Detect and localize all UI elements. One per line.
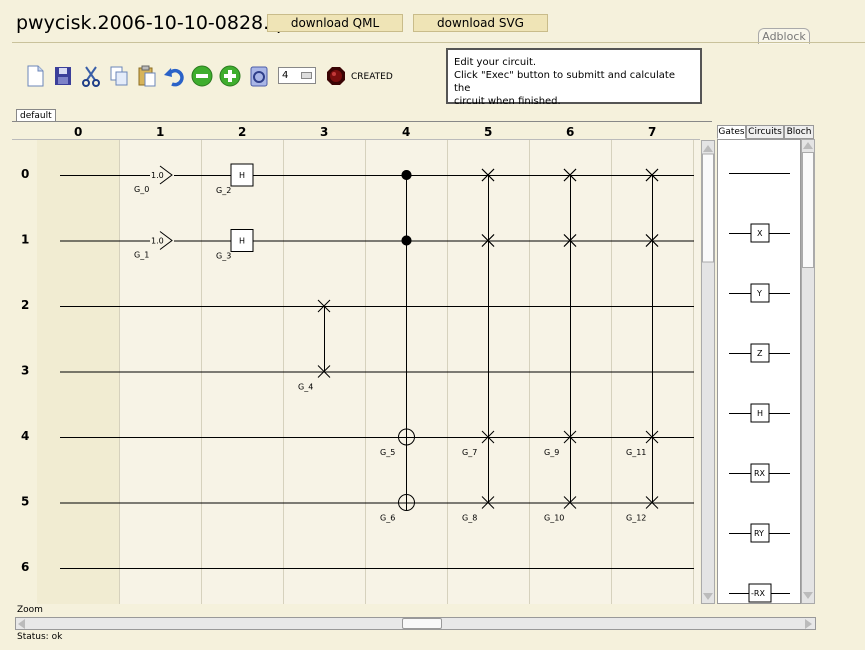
palette-gate-label: H xyxy=(757,409,763,418)
undo-icon[interactable] xyxy=(163,64,185,88)
column-header: 4 xyxy=(402,125,410,139)
row-label: 1 xyxy=(21,233,29,247)
save-icon[interactable] xyxy=(52,64,74,88)
column-header: 2 xyxy=(238,125,246,139)
row-label: 2 xyxy=(21,298,29,312)
qubit-count-stepper[interactable]: 4 xyxy=(278,67,316,84)
copy-icon[interactable] xyxy=(108,64,130,88)
remove-qubit-icon[interactable] xyxy=(191,64,213,88)
tab-gates[interactable]: Gates xyxy=(717,125,746,139)
circuit-scroll-thumb xyxy=(702,153,714,263)
palette-scrollbar[interactable] xyxy=(801,139,815,604)
hint-box: Edit your circuit. Click "Exec" button t… xyxy=(446,48,702,107)
column-header: 1 xyxy=(156,125,164,139)
column-header: 3 xyxy=(320,125,328,139)
add-qubit-icon[interactable] xyxy=(219,64,241,88)
gate-id-label: G_9 xyxy=(544,448,559,457)
gate-id-label: G_6 xyxy=(380,514,395,523)
download-svg-button[interactable]: download SVG xyxy=(413,14,548,32)
scroll-up-icon[interactable] xyxy=(803,142,813,149)
input-gate-value: 1.0 xyxy=(151,171,164,180)
gate-id-label: G_12 xyxy=(626,514,646,523)
palette-gate-label: Y xyxy=(756,289,762,298)
scroll-down-icon[interactable] xyxy=(803,592,813,599)
gate-id-label: G_1 xyxy=(134,251,149,260)
palette-gate-label: X xyxy=(757,229,763,238)
status-indicator-icon xyxy=(326,66,346,86)
gate-palette: Gates Circuits Bloch X Y Z H RX RY -RX xyxy=(715,122,817,604)
spinner-icon[interactable] xyxy=(301,72,312,79)
gate-id-label: G_11 xyxy=(626,448,646,457)
row-label: 4 xyxy=(21,429,29,443)
new-file-icon[interactable] xyxy=(24,64,46,88)
gate-id-label: G_0 xyxy=(134,185,149,194)
gate-id-label: G_2 xyxy=(216,186,231,195)
gate-id-label: G_10 xyxy=(544,514,564,523)
gate-id-label: G_4 xyxy=(298,383,313,392)
gate-id-label: G_7 xyxy=(462,448,477,457)
tab-bloch[interactable]: Bloch xyxy=(784,125,814,139)
row-label: 5 xyxy=(21,495,29,509)
cut-icon[interactable] xyxy=(80,64,102,88)
scroll-left-icon[interactable] xyxy=(18,619,25,629)
zoom-label: Zoom xyxy=(17,605,43,615)
tab-circuits[interactable]: Circuits xyxy=(746,125,784,139)
palette-gate-label: Z xyxy=(757,349,763,358)
palette-gate-label: RY xyxy=(754,529,764,538)
gate-id-label: G_8 xyxy=(462,514,477,523)
control-dot xyxy=(401,235,412,246)
palette-gate-label: -RX xyxy=(751,589,765,598)
palette-list: X Y Z H RX RY -RX xyxy=(717,139,801,604)
gate-box-label: H xyxy=(239,171,245,180)
gate-id-label: G_3 xyxy=(216,252,231,261)
column-header: 0 xyxy=(74,125,82,139)
palette-gate-label: RX xyxy=(754,469,766,478)
page-title: pwycisk.2006-10-10-0828.qml xyxy=(16,12,306,34)
palette-scroll-thumb[interactable] xyxy=(802,152,814,268)
circuit-canvas[interactable]: 0 1 2 3 4 5 6 701234561.0G_01.0G_1HG_2HG_3G_4G_… xyxy=(12,122,715,604)
row-label: 6 xyxy=(21,560,29,574)
column-header: 6 xyxy=(566,125,574,139)
circuit-panel[interactable]: 0 1 2 3 4 5 6 7 0 1 2 3 4 5 6 1.0 G_0 1.0 G_1 H G_2 H G_3 G_4 G_… xyxy=(12,122,715,604)
status-label: CREATED xyxy=(351,72,393,82)
status-bar: Status: ok xyxy=(17,632,63,642)
gate-box-label: H xyxy=(239,237,245,246)
scroll-right-icon[interactable] xyxy=(805,619,812,629)
qubit-count-value: 4 xyxy=(282,70,289,81)
column-header: 7 xyxy=(648,125,656,139)
exec-icon[interactable] xyxy=(248,64,270,88)
download-qml-button[interactable]: download QML xyxy=(267,14,403,32)
paste-icon[interactable] xyxy=(136,64,158,88)
control-dot xyxy=(401,170,412,180)
row-label: 3 xyxy=(21,364,29,378)
zoom-slider-thumb[interactable] xyxy=(402,618,442,629)
input-gate-value: 1.0 xyxy=(151,237,164,246)
column-header: 5 xyxy=(484,125,492,139)
row-label: 0 xyxy=(21,167,29,181)
gate-id-label: G_5 xyxy=(380,448,395,457)
